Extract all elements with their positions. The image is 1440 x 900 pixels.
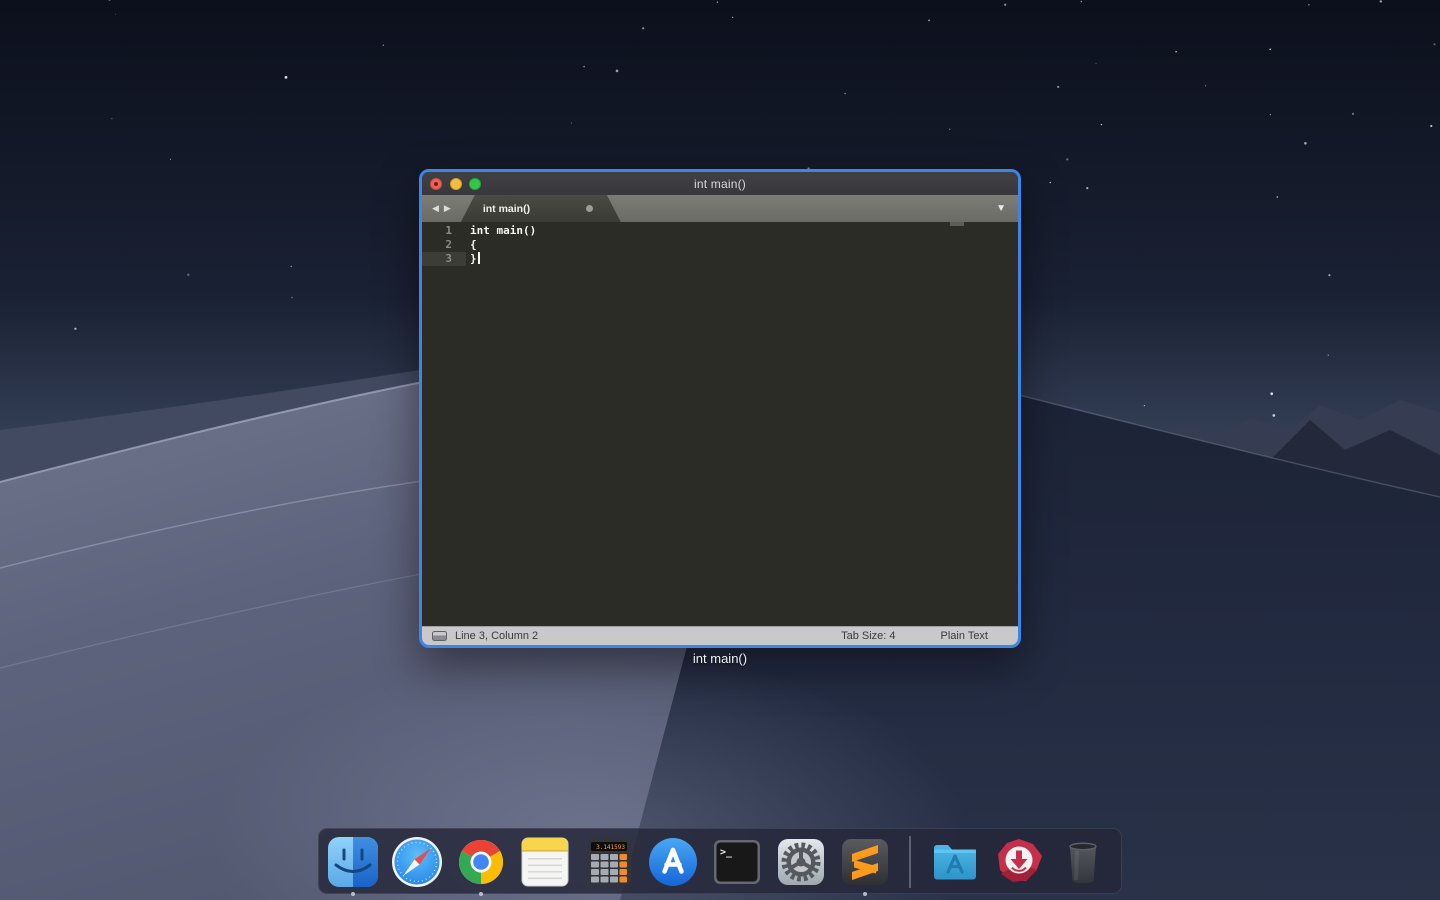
line-code: int main() <box>466 224 536 238</box>
editor-line-3[interactable]: 3 } <box>422 252 1018 266</box>
unsaved-indicator-dot <box>434 182 438 186</box>
dock-item-system-preferences[interactable] <box>775 836 827 888</box>
line-number: 2 <box>422 238 466 252</box>
editor-line-1[interactable]: 1 int main() <box>422 224 1018 238</box>
window-title: int main() <box>694 177 746 191</box>
tab-overflow-icon[interactable]: ▼ <box>996 195 1006 222</box>
dock-item-safari[interactable] <box>391 836 443 888</box>
notes-icon <box>519 836 571 888</box>
status-bar: Line 3, Column 2 Tab Size: 4 Plain Text <box>422 626 1018 645</box>
safari-icon <box>391 836 443 888</box>
dock-item-notes[interactable] <box>519 836 571 888</box>
dock-item-trash[interactable] <box>1057 836 1109 888</box>
tab-label: int main() <box>461 203 530 215</box>
syntax-indicator[interactable]: Plain Text <box>941 630 989 642</box>
downloads-stack-icon <box>993 836 1045 888</box>
tab-back-icon[interactable]: ◀ <box>432 204 439 213</box>
dock-item-app-store[interactable] <box>647 836 699 888</box>
applications-folder-icon <box>929 836 981 888</box>
dock-item-calculator[interactable]: 3.141593 <box>583 836 635 888</box>
tab-modified-dot <box>586 205 593 212</box>
line-code: } <box>466 252 477 266</box>
window-label: int main() <box>419 651 1021 666</box>
line-code: { <box>466 238 477 252</box>
line-number: 3 <box>422 252 466 266</box>
dock-item-chrome[interactable] <box>455 836 507 888</box>
cursor-position-text: Line 3, Column 2 <box>455 630 538 642</box>
minimize-button[interactable] <box>450 178 462 190</box>
dock-item-applications-folder[interactable] <box>929 836 981 888</box>
editor-line-2[interactable]: 2 { <box>422 238 1018 252</box>
tab-nav-arrows: ◀ ▶ <box>422 195 459 222</box>
running-indicator <box>863 892 867 896</box>
calculator-display: 3.141593 <box>596 844 625 851</box>
line-number: 1 <box>422 224 466 238</box>
dock-item-terminal[interactable]: >_ <box>711 836 763 888</box>
editor[interactable]: 1 int main() 2 { 3 } <box>422 222 1018 626</box>
terminal-icon: >_ <box>711 836 763 888</box>
traffic-lights <box>430 172 481 195</box>
dock-item-sublime-text[interactable] <box>839 836 891 888</box>
dock-item-finder[interactable] <box>327 836 379 888</box>
sublime-text-window[interactable]: int main() ◀ ▶ int main() ▼ 1 int main()… <box>419 169 1021 648</box>
system-preferences-icon <box>775 836 827 888</box>
close-button[interactable] <box>430 178 442 190</box>
dock: 3.141593 <box>318 828 1122 894</box>
running-indicator <box>351 892 355 896</box>
window-titlebar[interactable]: int main() <box>422 172 1018 195</box>
minimap[interactable] <box>950 222 964 226</box>
terminal-prompt: >_ <box>720 847 733 858</box>
tab-int-main[interactable]: int main() <box>461 195 621 222</box>
calculator-icon: 3.141593 <box>583 836 635 888</box>
tab-forward-icon[interactable]: ▶ <box>444 204 451 213</box>
text-cursor <box>478 252 480 264</box>
desktop: int main() ◀ ▶ int main() ▼ 1 int main()… <box>0 0 1440 900</box>
finder-icon <box>327 836 379 888</box>
dock-separator <box>909 836 911 888</box>
dock-item-downloads[interactable] <box>993 836 1045 888</box>
chrome-icon <box>455 836 507 888</box>
app-store-icon <box>647 836 699 888</box>
zoom-button[interactable] <box>469 178 481 190</box>
tab-size-indicator[interactable]: Tab Size: 4 <box>841 630 895 642</box>
sublime-text-icon <box>839 836 891 888</box>
status-panel-icon[interactable] <box>432 631 447 641</box>
tab-bar: ◀ ▶ int main() ▼ <box>422 195 1018 222</box>
trash-icon <box>1057 836 1109 888</box>
running-indicator <box>479 892 483 896</box>
